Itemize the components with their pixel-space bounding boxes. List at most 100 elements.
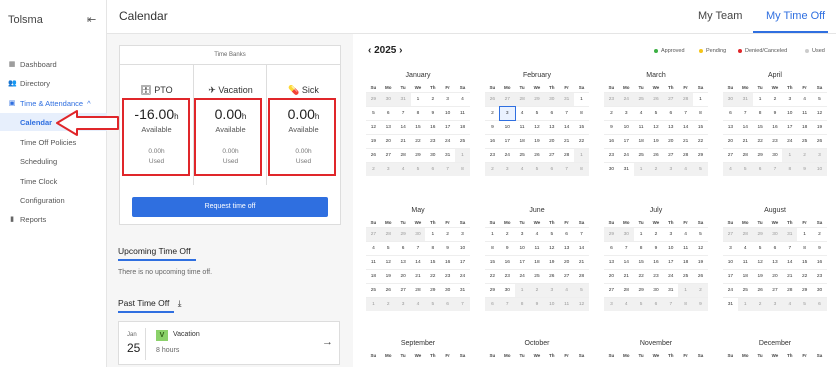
calendar-day[interactable]: 23 (812, 270, 827, 283)
calendar-day[interactable]: 5 (649, 107, 664, 120)
prev-year-button[interactable]: ‹ (368, 45, 371, 56)
calendar-day[interactable]: 15 (574, 121, 589, 134)
calendar-day-outside[interactable]: 2 (648, 163, 664, 176)
calendar-day[interactable]: 17 (500, 135, 515, 148)
calendar-day[interactable]: 11 (366, 256, 381, 269)
calendar-day[interactable]: 2 (440, 228, 455, 241)
calendar-day[interactable]: 28 (738, 149, 753, 162)
calendar-day-outside[interactable]: 24 (618, 93, 634, 106)
calendar-day[interactable]: 2 (485, 107, 500, 120)
calendar-day-outside[interactable]: 31 (559, 93, 575, 106)
calendar-day[interactable]: 8 (574, 107, 589, 120)
calendar-day[interactable]: 21 (574, 256, 589, 269)
calendar-day-outside[interactable]: 6 (440, 298, 456, 311)
calendar-day[interactable]: 2 (500, 228, 515, 241)
calendar-day-outside[interactable]: 9 (529, 298, 545, 311)
calendar-day[interactable]: 29 (425, 284, 440, 297)
calendar-day-outside[interactable]: 7 (440, 163, 456, 176)
calendar-day[interactable]: 8 (425, 242, 440, 255)
calendar-day[interactable]: 13 (768, 256, 783, 269)
calendar-day[interactable]: 4 (515, 107, 530, 120)
calendar-day-outside[interactable]: 25 (633, 93, 649, 106)
calendar-day[interactable]: 14 (678, 121, 693, 134)
calendar-day-outside[interactable]: 30 (723, 93, 738, 106)
calendar-day-outside[interactable]: 2 (485, 163, 500, 176)
calendar-day[interactable]: 23 (768, 135, 783, 148)
calendar-day-outside[interactable]: 29 (529, 93, 545, 106)
calendar-day[interactable]: 7 (411, 242, 426, 255)
calendar-day[interactable]: 13 (604, 256, 619, 269)
calendar-day[interactable]: 5 (530, 107, 545, 120)
calendar-day[interactable]: 21 (738, 135, 753, 148)
calendar-day-outside[interactable]: 4 (559, 284, 575, 297)
calendar-day[interactable]: 9 (425, 107, 440, 120)
calendar-day-outside[interactable]: 29 (604, 228, 619, 241)
calendar-day[interactable]: 3 (498, 106, 516, 121)
calendar-day[interactable]: 11 (515, 121, 530, 134)
calendar-day[interactable]: 1 (485, 228, 500, 241)
calendar-day[interactable]: 19 (693, 256, 708, 269)
calendar-day-outside[interactable]: 12 (574, 298, 589, 311)
calendar-day[interactable]: 6 (396, 242, 411, 255)
calendar-day-outside[interactable]: 26 (485, 93, 500, 106)
calendar-day[interactable]: 18 (738, 270, 753, 283)
calendar-day-outside[interactable]: 10 (812, 163, 827, 176)
calendar-day[interactable]: 23 (604, 149, 619, 162)
calendar-day[interactable]: 25 (738, 284, 753, 297)
calendar-day[interactable]: 18 (515, 135, 530, 148)
calendar-day[interactable]: 3 (663, 228, 678, 241)
calendar-day[interactable]: 22 (693, 135, 708, 148)
calendar-day[interactable]: 25 (678, 270, 693, 283)
next-year-button[interactable]: › (399, 45, 402, 56)
calendar-day[interactable]: 18 (455, 121, 470, 134)
calendar-day-outside[interactable]: 3 (499, 163, 515, 176)
calendar-day[interactable]: 7 (559, 107, 574, 120)
calendar-day[interactable]: 15 (693, 121, 708, 134)
calendar-day-outside[interactable]: 8 (782, 163, 798, 176)
calendar-day[interactable]: 18 (634, 135, 649, 148)
calendar-day-outside[interactable]: 6 (485, 298, 500, 311)
calendar-day[interactable]: 9 (812, 242, 827, 255)
calendar-day[interactable]: 8 (797, 242, 812, 255)
calendar-day[interactable]: 3 (515, 228, 530, 241)
calendar-day-outside[interactable]: 28 (678, 93, 694, 106)
calendar-day-outside[interactable]: 1 (455, 149, 470, 162)
calendar-day[interactable]: 29 (753, 149, 768, 162)
calendar-day-outside[interactable]: 1 (633, 163, 649, 176)
calendar-day[interactable]: 18 (797, 121, 812, 134)
calendar-day[interactable]: 11 (455, 107, 470, 120)
calendar-day[interactable]: 30 (812, 284, 827, 297)
calendar-day[interactable]: 19 (366, 135, 381, 148)
calendar-day[interactable]: 8 (753, 107, 768, 120)
calendar-day-outside[interactable]: 3 (544, 284, 560, 297)
calendar-day-outside[interactable]: 6 (648, 298, 664, 311)
calendar-day[interactable]: 21 (619, 270, 634, 283)
calendar-day-outside[interactable]: 7 (559, 163, 575, 176)
calendar-day-outside[interactable]: 4 (618, 298, 634, 311)
calendar-day[interactable]: 25 (530, 270, 545, 283)
calendar-day[interactable]: 26 (649, 149, 664, 162)
calendar-day[interactable]: 29 (411, 149, 426, 162)
calendar-day-outside[interactable]: 6 (812, 298, 827, 311)
calendar-day[interactable]: 7 (678, 107, 693, 120)
calendar-day[interactable]: 23 (425, 135, 440, 148)
calendar-day-outside[interactable]: 4 (782, 298, 798, 311)
calendar-day[interactable]: 18 (530, 256, 545, 269)
calendar-day-outside[interactable]: 27 (663, 93, 679, 106)
calendar-day-outside[interactable]: 27 (499, 93, 515, 106)
calendar-day[interactable]: 30 (425, 149, 440, 162)
calendar-day[interactable]: 7 (574, 228, 589, 241)
calendar-day-outside[interactable]: 30 (380, 93, 396, 106)
calendar-day[interactable]: 16 (440, 256, 455, 269)
calendar-day[interactable]: 26 (544, 270, 559, 283)
calendar-day-outside[interactable]: 29 (366, 93, 381, 106)
calendar-day[interactable]: 10 (455, 242, 470, 255)
calendar-day[interactable]: 28 (678, 149, 693, 162)
calendar-day[interactable]: 4 (797, 93, 812, 106)
calendar-day[interactable]: 20 (381, 135, 396, 148)
calendar-day[interactable]: 14 (396, 121, 411, 134)
calendar-day[interactable]: 28 (559, 149, 574, 162)
calendar-day[interactable]: 9 (768, 107, 783, 120)
calendar-day[interactable]: 31 (619, 163, 634, 176)
calendar-day[interactable]: 11 (797, 107, 812, 120)
